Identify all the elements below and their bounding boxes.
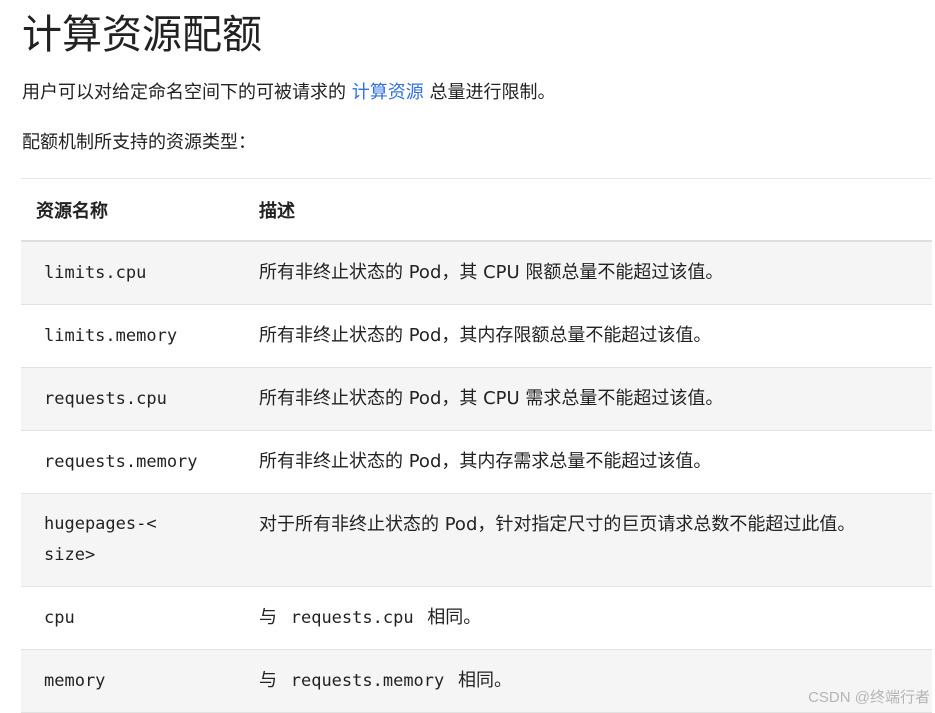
resource-name: cpu: [44, 608, 75, 628]
watermark: CSDN @终端行者: [808, 689, 930, 706]
resource-types-table: 资源名称 描述 limits.cpu 所有非终止状态的 Pod，其 CPU 限额…: [21, 178, 932, 713]
table-row: requests.memory 所有非终止状态的 Pod，其内存需求总量不能超过…: [21, 430, 932, 494]
table-row: cpu 与 requests.cpu 相同。: [21, 586, 932, 650]
table-row: limits.memory 所有非终止状态的 Pod，其内存限额总量不能超过该值…: [21, 304, 932, 368]
resource-description: 与 requests.cpu 相同。: [242, 586, 932, 650]
table-row: requests.cpu 所有非终止状态的 Pod，其 CPU 需求总量不能超过…: [21, 367, 932, 431]
header-description: 描述: [242, 178, 932, 242]
resource-name: limits.memory: [44, 326, 178, 346]
resource-name: hugepages-<size>: [44, 514, 157, 565]
resource-name: requests.memory: [44, 452, 198, 472]
table-row: memory 与 requests.memory 相同。: [21, 649, 932, 713]
resource-name: limits.cpu: [44, 263, 147, 283]
intro-paragraph: 用户可以对给定命名空间下的可被请求的 计算资源 总量进行限制。: [22, 78, 555, 108]
desc-suffix: 相同。: [452, 670, 512, 691]
supported-types-text: 配额机制所支持的资源类型：: [22, 132, 256, 153]
desc-suffix: 相同。: [421, 607, 482, 628]
resource-description: 所有非终止状态的 Pod，其内存需求总量不能超过该值。: [242, 430, 932, 494]
desc-prefix: 与: [259, 670, 283, 691]
page-title: 计算资源配额: [22, 12, 262, 58]
inline-code: requests.cpu: [290, 608, 414, 628]
resource-description: 所有非终止状态的 Pod，其 CPU 限额总量不能超过该值。: [242, 241, 932, 305]
resource-description: 所有非终止状态的 Pod，其 CPU 需求总量不能超过该值。: [242, 367, 932, 431]
compute-resources-link[interactable]: 计算资源: [352, 82, 424, 103]
intro-text-after: 总量进行限制。: [423, 82, 556, 103]
table-row: hugepages-<size> 对于所有非终止状态的 Pod，针对指定尺寸的巨…: [21, 493, 932, 587]
header-resource-name: 资源名称: [21, 178, 242, 242]
intro-text-before: 用户可以对给定命名空间下的可被请求的: [22, 82, 352, 103]
table-header-row: 资源名称 描述: [21, 178, 932, 242]
inline-code: requests.memory: [290, 671, 445, 691]
resource-name: memory: [44, 671, 106, 691]
table-row: limits.cpu 所有非终止状态的 Pod，其 CPU 限额总量不能超过该值…: [21, 241, 932, 305]
resource-name: requests.cpu: [44, 389, 167, 409]
resource-description: 对于所有非终止状态的 Pod，针对指定尺寸的巨页请求总数不能超过此值。: [242, 493, 932, 587]
desc-prefix: 与: [259, 607, 283, 628]
resource-description: 所有非终止状态的 Pod，其内存限额总量不能超过该值。: [242, 304, 932, 368]
